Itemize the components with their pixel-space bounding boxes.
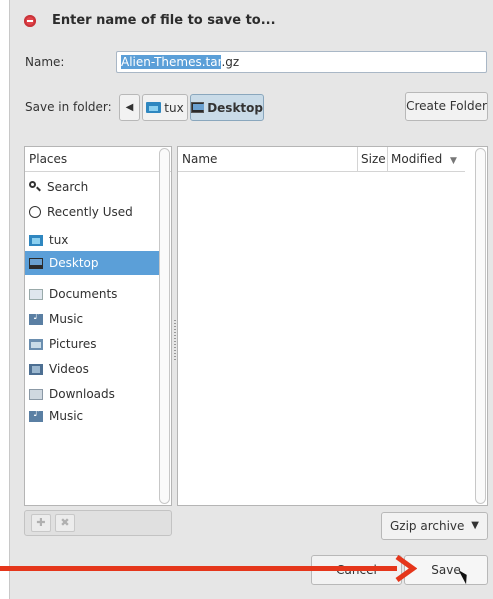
place-downloads[interactable]: Downloads	[25, 382, 159, 406]
remove-icon: ✖	[60, 516, 70, 529]
save-file-dialog: Enter name of file to save to... Name: A…	[9, 0, 493, 599]
remove-bookmark-button[interactable]: ✖	[55, 514, 75, 532]
file-list-scrollbar[interactable]	[475, 148, 486, 504]
annotation-arrow-shaft	[0, 566, 397, 571]
documents-folder-icon	[29, 288, 43, 300]
home-folder-icon	[146, 102, 162, 113]
titlebar: Enter name of file to save to...	[10, 0, 493, 44]
places-sidebar: Places Search Recently Used tux Desktop …	[24, 146, 172, 506]
place-label: Documents	[49, 287, 118, 301]
desktop-icon	[29, 257, 43, 269]
sort-descending-icon: ▼	[450, 156, 457, 166]
column-modified-label: Modified	[391, 152, 443, 166]
name-label: Name:	[25, 55, 65, 69]
home-folder-icon	[29, 234, 43, 246]
path-crumb-desktop[interactable]: Desktop	[190, 94, 264, 121]
annotation-arrow-head-icon	[395, 555, 417, 582]
place-label: Desktop	[49, 256, 99, 270]
window-title: Enter name of file to save to...	[52, 13, 276, 28]
place-label: Music	[49, 409, 84, 423]
music-folder-icon	[29, 311, 43, 325]
music-folder-icon	[29, 408, 43, 422]
recent-icon	[29, 206, 41, 218]
pictures-folder-icon	[29, 338, 43, 350]
file-type-filter-dropdown[interactable]: Gzip archive ▼	[381, 512, 488, 540]
column-size[interactable]: Size	[357, 147, 386, 171]
filename-extension-text: .gz	[221, 55, 240, 69]
path-crumb-desktop-label: Desktop	[207, 100, 263, 115]
place-pictures[interactable]: Pictures	[25, 332, 159, 356]
places-toolbar: ✚ ✖	[24, 510, 172, 536]
search-icon	[29, 181, 41, 193]
path-back-button[interactable]: ◀	[119, 94, 140, 121]
place-tux[interactable]: tux	[25, 228, 159, 252]
place-documents[interactable]: Documents	[25, 282, 159, 306]
file-list: Name Size Modified ▼	[177, 146, 488, 506]
place-label: tux	[49, 233, 69, 247]
place-label: Recently Used	[47, 205, 133, 219]
left-arrow-icon: ◀	[125, 102, 134, 113]
place-label: Search	[47, 180, 89, 194]
path-crumb-tux[interactable]: tux	[142, 94, 188, 121]
place-label: Pictures	[49, 337, 97, 351]
create-folder-button[interactable]: Create Folder	[405, 92, 488, 121]
places-header[interactable]: Places	[25, 147, 171, 172]
videos-folder-icon	[29, 363, 43, 375]
file-type-filter-value: Gzip archive	[390, 519, 465, 533]
place-desktop[interactable]: Desktop	[25, 251, 159, 275]
desktop-icon	[191, 102, 205, 113]
downloads-folder-icon	[29, 388, 43, 400]
place-label: Music	[49, 312, 84, 326]
place-search[interactable]: Search	[25, 175, 159, 199]
place-label: Videos	[49, 362, 89, 376]
path-crumb-tux-label: tux	[164, 100, 184, 115]
filename-input[interactable]: Alien-Themes.tar.gz	[116, 51, 487, 73]
places-scrollbar[interactable]	[159, 148, 170, 504]
column-modified[interactable]: Modified ▼	[387, 147, 466, 171]
place-music-2[interactable]: Music	[25, 404, 159, 428]
filename-selected-text: Alien-Themes.tar	[121, 55, 222, 69]
file-list-header: Name Size Modified ▼	[178, 147, 465, 172]
close-window-button[interactable]	[24, 15, 36, 27]
place-recently-used[interactable]: Recently Used	[25, 200, 159, 224]
pane-splitter-handle[interactable]	[174, 320, 176, 360]
add-bookmark-button[interactable]: ✚	[31, 514, 51, 532]
plus-icon: ✚	[36, 516, 46, 529]
save-in-folder-label: Save in folder:	[25, 100, 112, 114]
dropdown-caret-icon: ▼	[471, 520, 479, 531]
column-name[interactable]: Name	[182, 147, 217, 171]
place-label: Downloads	[49, 387, 115, 401]
place-videos[interactable]: Videos	[25, 357, 159, 381]
place-music[interactable]: Music	[25, 307, 159, 331]
